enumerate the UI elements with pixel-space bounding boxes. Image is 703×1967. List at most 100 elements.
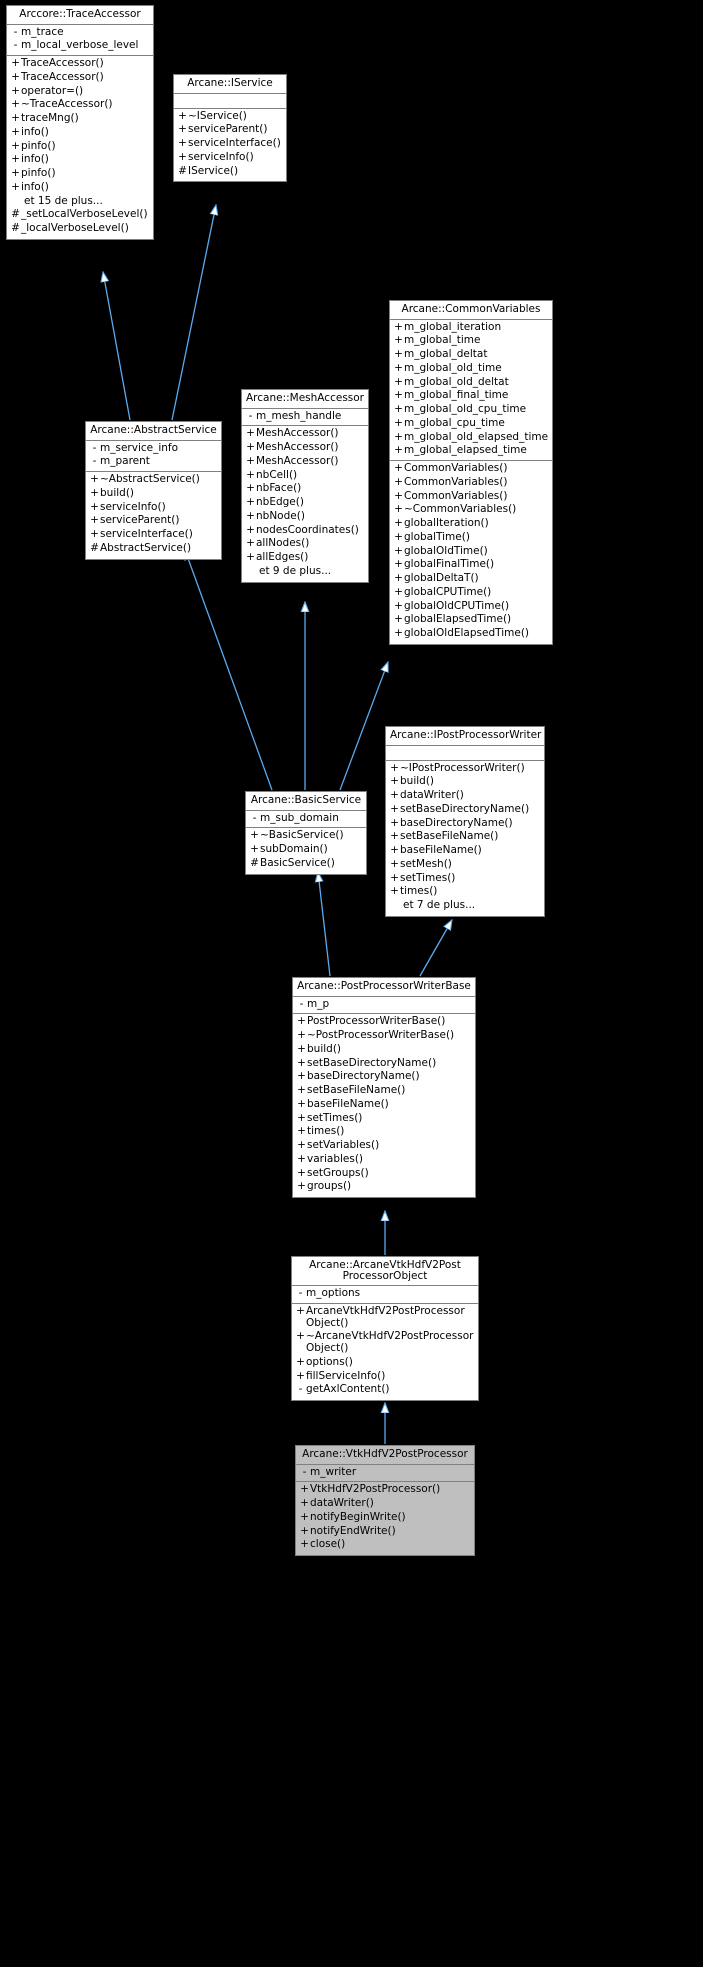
class-title-vtkhdfv2postprocessor: Arcane::VtkHdfV2PostProcessor (296, 1446, 474, 1465)
member-name: notifyEndWrite() (310, 1524, 396, 1537)
class-member-row: + setBaseDirectoryName() (386, 803, 544, 817)
visibility-marker: + (300, 1497, 309, 1509)
class-box-basic-service[interactable]: Arcane::BasicService - m_sub_domain + ~Bas… (245, 791, 367, 875)
class-operations-trace-accessor: + TraceAccessor() + TraceAccessor() + opera… (7, 56, 153, 239)
member-name: getAxlContent() (306, 1383, 390, 1396)
visibility-marker: + (394, 489, 403, 502)
class-member-row: + info() (7, 126, 153, 140)
member-name: baseFileName() (307, 1097, 389, 1110)
visibility-marker: - (248, 409, 253, 422)
class-member-row: + setVariables() (293, 1139, 475, 1153)
class-operations-common-variables: + CommonVariables() + CommonVariables() + C… (390, 461, 552, 644)
member-name: ~ArcaneVtkHdfV2PostProcessor Object() (306, 1330, 474, 1354)
member-name: setTimes() (307, 1111, 363, 1124)
member-name: serviceInfo() (100, 500, 166, 513)
class-attributes-ipostprocessorwriter (386, 745, 544, 761)
visibility-marker: + (394, 444, 403, 457)
visibility-marker: + (90, 500, 99, 513)
edge-basicservice-commonvariables (339, 662, 388, 791)
member-name: m_global_old_elapsed_time (404, 430, 549, 443)
member-name: fillServiceInfo() (306, 1369, 386, 1382)
visibility-marker: + (297, 1139, 306, 1151)
class-attributes-arcanevtkhdfv2postprocessorobject: - m_options (292, 1286, 478, 1304)
class-member-row: + globalOldTime() (390, 545, 552, 559)
visibility-marker: + (297, 1180, 306, 1193)
visibility-marker: + (296, 1304, 305, 1317)
visibility-marker: + (90, 514, 99, 527)
member-name: ArcaneVtkHdfV2PostProcessor Object() (306, 1304, 465, 1329)
visibility-marker: + (178, 109, 187, 122)
class-box-arcanevtkhdfv2postprocessorobject[interactable]: Arcane::ArcaneVtkHdfV2Post ProcessorObje… (291, 1256, 479, 1401)
visibility-marker: - (302, 1465, 307, 1478)
visibility-marker: + (394, 613, 403, 626)
member-name: setBaseDirectoryName() (307, 1056, 437, 1069)
visibility-marker: + (297, 1097, 306, 1110)
member-name: info() (21, 125, 49, 138)
visibility-marker: + (390, 816, 399, 829)
class-member-row: + CommonVariables() (390, 490, 552, 504)
class-member-row: - getAxlContent() (292, 1383, 478, 1397)
visibility-marker: + (394, 348, 403, 360)
class-attributes-trace-accessor: - m_trace - m_local_verbose_level (7, 24, 153, 56)
visibility-marker: + (296, 1369, 305, 1382)
class-box-vtkhdfv2postprocessor[interactable]: Arcane::VtkHdfV2PostProcessor - m_writer … (295, 1445, 475, 1556)
class-member-row: + ~CommonVariables() (390, 503, 552, 517)
visibility-marker: + (394, 389, 403, 402)
class-member-row: + m_global_old_cpu_time (390, 403, 552, 417)
visibility-marker: + (390, 885, 399, 898)
member-name: ~TraceAccessor() (21, 98, 113, 111)
visibility-marker: + (297, 1042, 306, 1055)
visibility-marker: + (246, 496, 255, 508)
class-attributes-abstract-service: - m_service_info - m_parent (86, 440, 221, 472)
class-member-row: + ~BasicService() (246, 829, 366, 843)
edge-postprocessorwriterbase-ipostprocessorwriter (419, 920, 452, 977)
class-member-row: + traceMng() (7, 112, 153, 126)
visibility-marker: + (390, 775, 399, 788)
class-box-postprocessorwriterbase[interactable]: Arcane::PostProcessorWriterBase - m_p + Po… (292, 977, 476, 1198)
class-box-abstract-service[interactable]: Arcane::AbstractService - m_service_info … (85, 421, 222, 560)
visibility-marker: # (11, 208, 20, 221)
class-box-mesh-accessor[interactable]: Arcane::MeshAccessor - m_mesh_handle + Mes… (241, 389, 369, 583)
visibility-marker: + (297, 1015, 306, 1028)
member-name: setBaseDirectoryName() (400, 802, 530, 815)
class-member-row: + subDomain() (246, 843, 366, 857)
class-box-iservice[interactable]: Arcane::IService + ~IService() + servicePa… (173, 74, 287, 183)
member-name: m_global_iteration (404, 320, 502, 333)
class-title-common-variables: Arcane::CommonVariables (390, 301, 552, 320)
class-box-trace-accessor[interactable]: Arccore::TraceAccessor - m_trace - m_local… (6, 5, 154, 240)
member-name: ~IPostProcessorWriter() (400, 761, 525, 774)
class-member-row: + m_global_deltat (390, 348, 552, 362)
member-name: serviceParent() (100, 514, 180, 527)
member-name: et 9 de plus... (259, 564, 332, 577)
class-member-row: + info() (7, 153, 153, 167)
class-member-row: # IService() (174, 165, 286, 179)
visibility-marker: + (390, 802, 399, 815)
visibility-marker: + (11, 167, 20, 179)
class-member-row: + m_global_old_elapsed_time (390, 431, 552, 445)
member-name: nbEdge() (256, 496, 304, 508)
visibility-marker: + (394, 558, 403, 571)
visibility-marker: + (394, 416, 403, 429)
visibility-marker: + (300, 1510, 309, 1523)
member-name: AbstractService() (100, 541, 192, 554)
uml-class-diagram: Arccore::TraceAccessor - m_trace - m_local… (0, 0, 703, 1967)
class-member-row: + CommonVariables() (390, 476, 552, 490)
visibility-marker: + (390, 844, 399, 856)
class-box-ipostprocessorwriter[interactable]: Arcane::IPostProcessorWriter + ~IPostProc… (385, 726, 545, 917)
visibility-marker: + (394, 403, 403, 415)
class-member-row: + nodesCoordinates() (242, 524, 368, 538)
class-member-row: + notifyBeginWrite() (296, 1511, 474, 1525)
visibility-marker: + (297, 1084, 306, 1096)
member-name: globalOldTime() (404, 544, 488, 557)
member-name: TraceAccessor() (21, 57, 104, 69)
visibility-marker: + (394, 430, 403, 443)
class-member-row: + m_global_time (390, 334, 552, 348)
visibility-marker: + (390, 789, 399, 801)
visibility-marker: + (90, 473, 99, 485)
member-name: m_global_cpu_time (404, 416, 505, 429)
class-box-common-variables[interactable]: Arcane::CommonVariables + m_global_iterat… (389, 300, 553, 645)
visibility-marker: + (250, 843, 259, 855)
class-member-row: + ArcaneVtkHdfV2PostProcessor Object() (292, 1305, 478, 1331)
member-name: baseDirectoryName() (307, 1070, 420, 1083)
visibility-marker: + (394, 530, 403, 543)
